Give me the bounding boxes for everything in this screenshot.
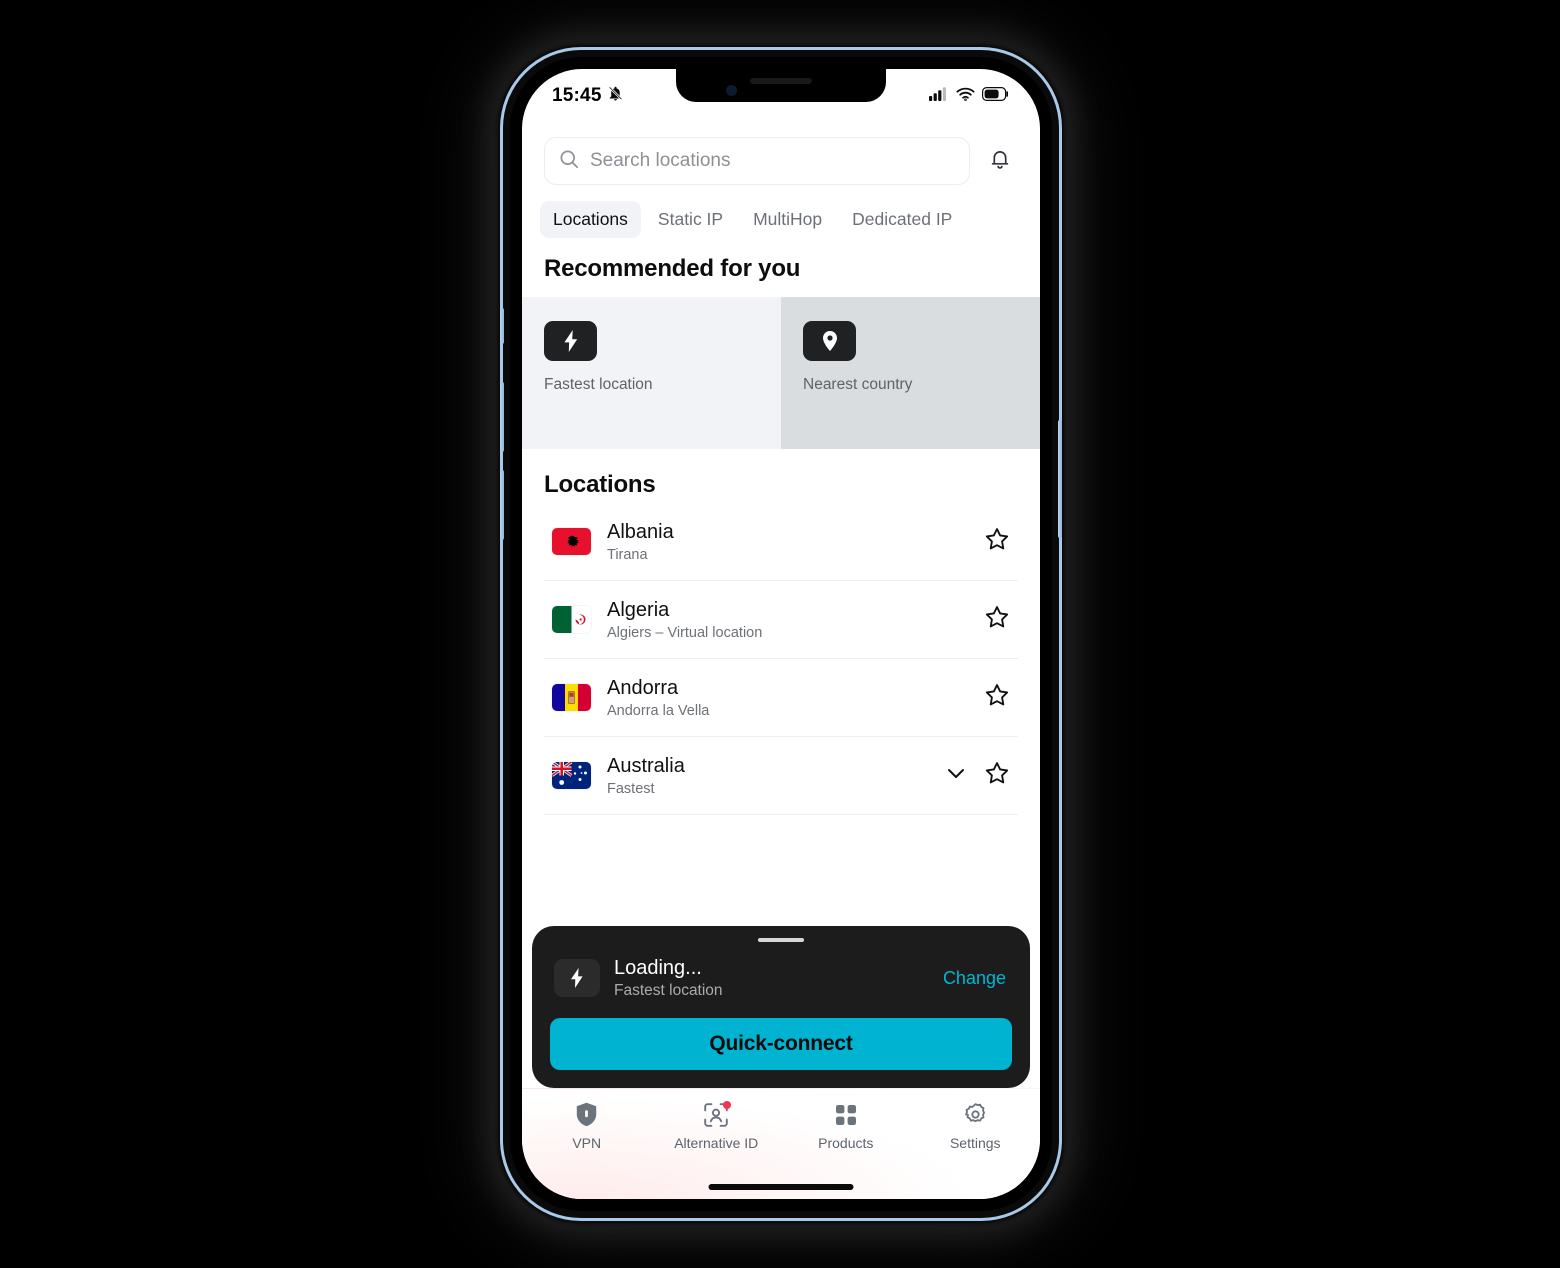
list-item[interactable]: Algeria Algiers – Virtual location	[544, 581, 1018, 659]
favorite-star-icon[interactable]	[984, 604, 1010, 635]
phone-frame: 15:45 Search locations Locations Static …	[500, 50, 1062, 1218]
location-city: Algiers – Virtual location	[607, 625, 763, 641]
sheet-info-row: Loading... Fastest location Change	[550, 956, 1012, 1000]
connection-status: Loading...	[614, 957, 702, 979]
tab-dedicated-ip[interactable]: Dedicated IP	[839, 201, 965, 238]
notch	[676, 69, 886, 102]
list-item-actions	[984, 604, 1010, 635]
recommended-card-fastest-label: Fastest location	[544, 376, 653, 393]
earpiece-speaker	[750, 78, 812, 84]
list-item-text: Albania Tirana	[607, 520, 968, 563]
cellular-signal-icon	[929, 86, 949, 106]
volume-down-button[interactable]	[500, 470, 504, 540]
list-item-actions	[984, 682, 1010, 713]
location-city: Andorra la Vella	[607, 703, 710, 719]
list-item-actions	[984, 526, 1010, 557]
list-item-actions	[944, 760, 1010, 791]
lightning-bolt-icon	[544, 321, 597, 361]
quick-connect-button[interactable]: Quick-connect	[550, 1018, 1012, 1070]
sheet-texts: Loading... Fastest location	[614, 956, 927, 1000]
home-indicator[interactable]	[708, 1184, 854, 1190]
connect-bottom-sheet: Loading... Fastest location Change Quick…	[532, 926, 1030, 1088]
andorra-flag	[552, 684, 591, 711]
power-button[interactable]	[1058, 420, 1062, 538]
person-scan-icon	[703, 1101, 732, 1128]
location-city: Fastest	[607, 781, 655, 797]
location-country: Andorra	[607, 677, 679, 699]
search-input[interactable]: Search locations	[544, 137, 970, 185]
volume-up-button[interactable]	[500, 382, 504, 452]
nav-item-vpn[interactable]: VPN	[522, 1101, 652, 1151]
recommended-cards: Fastest location Nearest country	[522, 297, 1040, 449]
grid-squares-icon	[834, 1101, 858, 1128]
status-bar-left: 15:45	[552, 85, 624, 107]
chevron-down-icon[interactable]	[944, 761, 968, 790]
change-button[interactable]: Change	[941, 964, 1008, 993]
location-country: Algeria	[607, 599, 670, 621]
nav-label-products: Products	[818, 1135, 874, 1151]
list-item[interactable]: Australia Fastest	[544, 737, 1018, 815]
location-country: Albania	[607, 521, 674, 543]
algeria-flag	[552, 606, 591, 633]
favorite-star-icon[interactable]	[984, 526, 1010, 557]
list-item-text: Australia Fastest	[607, 754, 928, 797]
tab-static-ip[interactable]: Static IP	[645, 201, 736, 238]
tab-multihop[interactable]: MultiHop	[740, 201, 835, 238]
nav-item-products[interactable]: Products	[781, 1101, 911, 1151]
location-city: Tirana	[607, 547, 648, 563]
notifications-button[interactable]	[982, 143, 1018, 179]
tab-locations[interactable]: Locations	[540, 201, 641, 238]
search-placeholder: Search locations	[590, 150, 731, 171]
nav-item-settings[interactable]: Settings	[911, 1101, 1041, 1151]
notification-badge-dot	[723, 1101, 732, 1109]
locations-section-title: Locations	[544, 471, 656, 498]
lightning-bolt-icon	[554, 959, 600, 997]
nav-item-alternative-id[interactable]: Alternative ID	[652, 1101, 782, 1151]
silent-mode-icon	[607, 85, 624, 107]
recommended-card-nearest-country[interactable]: Nearest country	[781, 297, 1040, 449]
favorite-star-icon[interactable]	[984, 682, 1010, 713]
wifi-icon	[956, 87, 975, 106]
shield-icon	[575, 1101, 598, 1128]
recommended-card-nearest-label: Nearest country	[803, 376, 913, 393]
map-pin-icon	[803, 321, 856, 361]
battery-icon	[982, 86, 1010, 106]
tab-bar: Locations Static IP MultiHop Dedicated I…	[522, 195, 1040, 252]
albania-flag	[552, 528, 591, 555]
status-bar-right	[929, 86, 1010, 106]
favorite-star-icon[interactable]	[984, 760, 1010, 791]
phone-screen: 15:45 Search locations Locations Static …	[522, 69, 1040, 1199]
list-item[interactable]: Albania Tirana	[544, 503, 1018, 581]
front-camera	[726, 85, 737, 96]
mute-switch[interactable]	[500, 308, 504, 344]
bell-icon	[988, 147, 1012, 176]
sheet-drag-handle[interactable]	[758, 938, 804, 942]
status-time: 15:45	[552, 85, 602, 106]
location-country: Australia	[607, 755, 685, 777]
nav-label-vpn: VPN	[572, 1135, 602, 1151]
australia-flag	[552, 762, 591, 789]
gear-icon	[963, 1101, 988, 1128]
bottom-navigation-bar: VPN Alternative ID Products Settings	[522, 1088, 1040, 1199]
list-item[interactable]: Andorra Andorra la Vella	[544, 659, 1018, 737]
nav-label-alternative-id: Alternative ID	[674, 1135, 759, 1151]
search-icon	[559, 149, 579, 174]
search-row: Search locations	[522, 119, 1040, 195]
connection-subtitle: Fastest location	[614, 982, 723, 999]
list-item-text: Algeria Algiers – Virtual location	[607, 598, 968, 641]
recommended-section-title: Recommended for you	[544, 255, 801, 282]
nav-label-settings: Settings	[949, 1135, 1001, 1151]
recommended-card-fastest-location[interactable]: Fastest location	[522, 297, 781, 449]
list-item-text: Andorra Andorra la Vella	[607, 676, 968, 719]
